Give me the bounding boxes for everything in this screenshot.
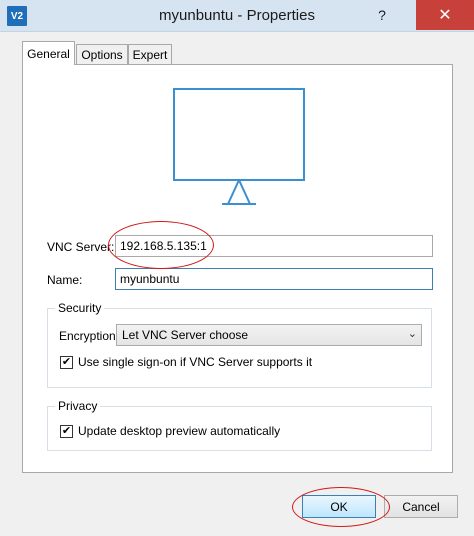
name-label: Name: <box>47 273 83 287</box>
desktop-preview-label: Update desktop preview automatically <box>78 424 281 438</box>
general-panel: VNC Server: 192.168.5.135:1 Name: myunbu… <box>22 64 453 473</box>
ok-button[interactable]: OK <box>302 495 376 518</box>
name-input[interactable]: myunbuntu <box>115 268 433 290</box>
encryption-select-value: Let VNC Server choose <box>122 328 249 342</box>
close-button[interactable]: ✕ <box>416 0 474 30</box>
tab-general[interactable]: General <box>22 41 75 65</box>
security-group: Security Encryption: Let VNC Server choo… <box>47 301 432 388</box>
sso-checkbox[interactable]: ✔ <box>60 356 73 369</box>
tab-expert[interactable]: Expert <box>128 44 172 64</box>
encryption-label: Encryption: <box>59 329 120 343</box>
vnc-server-label: VNC Server: <box>47 240 115 254</box>
vnc-server-input[interactable]: 192.168.5.135:1 <box>115 235 433 257</box>
sso-label: Use single sign-on if VNC Server support… <box>78 355 313 369</box>
title-bar: V2 myunbuntu - Properties ? ✕ <box>0 0 474 32</box>
tab-options[interactable]: Options <box>76 44 128 64</box>
help-button[interactable]: ? <box>365 0 399 30</box>
desktop-preview-checkbox[interactable]: ✔ <box>60 425 73 438</box>
monitor-icon <box>173 88 305 205</box>
security-group-title: Security <box>55 301 105 315</box>
privacy-group: Privacy ✔ Update desktop preview automat… <box>47 399 432 451</box>
cancel-button[interactable]: Cancel <box>384 495 458 518</box>
window-title: myunbuntu - Properties <box>159 7 315 24</box>
encryption-select[interactable]: Let VNC Server choose ⌄ <box>116 324 422 346</box>
privacy-group-title: Privacy <box>55 399 101 413</box>
chevron-down-icon: ⌄ <box>407 328 417 340</box>
